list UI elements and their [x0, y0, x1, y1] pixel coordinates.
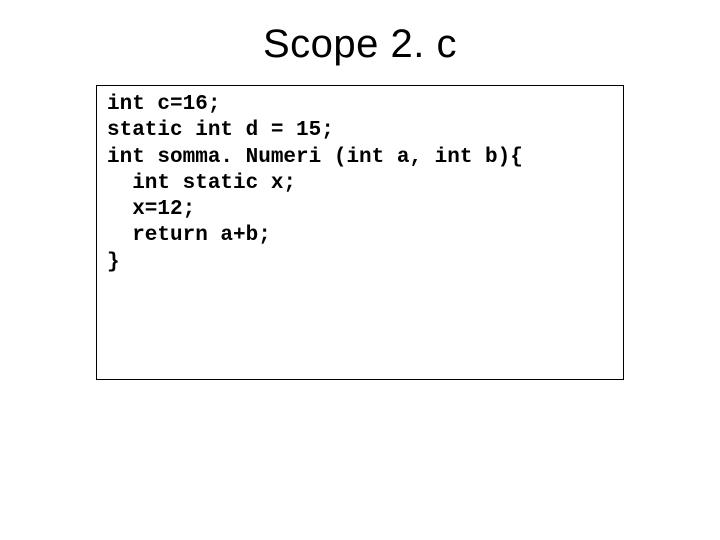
code-content: int c=16; static int d = 15; int somma. …: [107, 92, 613, 276]
code-box: int c=16; static int d = 15; int somma. …: [96, 85, 624, 380]
slide: Scope 2. c int c=16; static int d = 15; …: [0, 0, 720, 540]
slide-title: Scope 2. c: [0, 0, 720, 85]
